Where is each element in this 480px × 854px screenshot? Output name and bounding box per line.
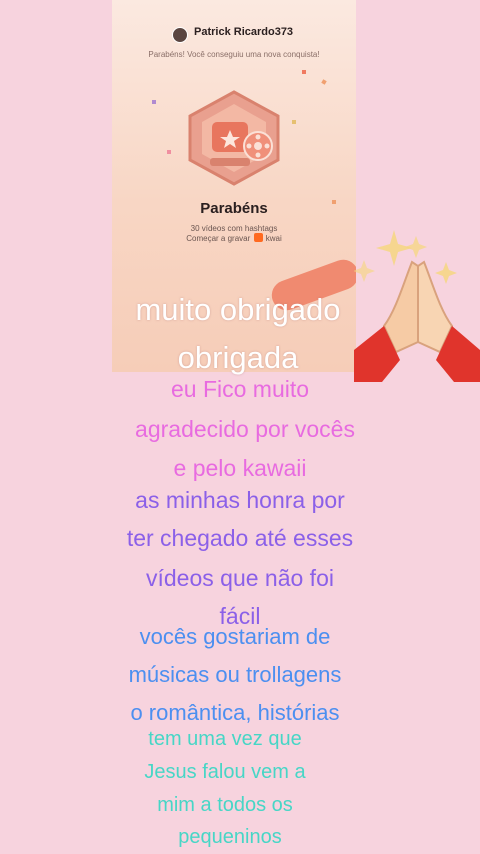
purple-text-line: ter chegado até esses [126, 525, 354, 551]
purple-text-line: as minhas honra por [135, 487, 345, 513]
pink-text-line: agradecido por vocês [135, 416, 355, 442]
blue-text-line: vocês gostariam de [139, 624, 331, 649]
blue-text-line: músicas ou trollagens [128, 662, 342, 687]
card-header: Patrick Ricardo373 [112, 22, 356, 46]
brand-name: kwai [265, 234, 282, 243]
card-title: Parabéns [200, 200, 268, 217]
start-recording-link[interactable]: Começar a gravar kwai [112, 233, 356, 244]
teal-text-line: mim a todos os [157, 794, 293, 816]
praying-hands-emoji [354, 230, 480, 382]
user-avatar[interactable] [172, 27, 188, 43]
pink-text-line: e pelo kawaii [173, 455, 307, 481]
start-recording-label: Começar a gravar [186, 234, 251, 243]
teal-text-line: tem uma vez que [148, 728, 302, 750]
achievement-medal-icon [188, 90, 280, 186]
kwai-logo-icon [253, 233, 263, 242]
username[interactable]: Patrick Ricardo373 [194, 26, 293, 38]
achievement-subtitle: Parabéns! Você conseguiu uma nova conqui… [148, 50, 320, 59]
blue-text-line: o romântica, histórias [130, 700, 340, 725]
pink-text-line: eu Fico muito [170, 376, 310, 402]
overlay-text-line-2: obrigada [177, 340, 299, 375]
teal-text-line: Jesus falou vem a [144, 761, 306, 783]
confetti-piece [321, 79, 327, 85]
purple-text-line: vídeos que não foi [146, 565, 334, 591]
confetti-piece [167, 150, 171, 154]
teal-text-line: pequeninos [178, 826, 282, 848]
confetti-piece [302, 70, 306, 74]
overlay-text-line-1: muito obrigado [135, 292, 341, 327]
confetti-piece [152, 100, 156, 104]
